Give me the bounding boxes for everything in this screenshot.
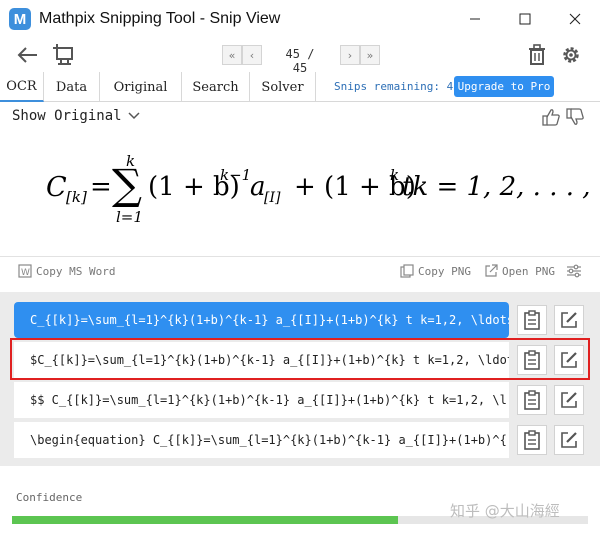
chevron-down-icon: [128, 112, 140, 120]
formula-C: C: [46, 172, 67, 203]
copy-png-label: Copy PNG: [418, 264, 471, 278]
tab-bar: OCR Data Original Search Solver Snips re…: [0, 72, 600, 102]
new-snip-button[interactable]: [50, 42, 78, 68]
result-row-latex-inline[interactable]: C_{[k]}=\sum_{l=1}^{k}(1+b)^{k-1} a_{[I]…: [14, 302, 509, 338]
formula-a-subscript: [I]: [264, 190, 281, 206]
clipboard-icon: [524, 430, 540, 450]
tab-search[interactable]: Search: [182, 72, 250, 102]
sliders-icon: [567, 264, 581, 278]
confidence-label: Confidence: [16, 491, 83, 504]
copy-result-button[interactable]: [517, 425, 547, 455]
formula-rest: tk = 1, 2, . . . , n′: [402, 172, 600, 202]
crop-screen-icon: [53, 44, 73, 65]
divider: [0, 256, 600, 257]
formula-equals: =: [90, 172, 112, 202]
rendered-formula: C [k] = k ∑ l=1 (1 + b) k−1 a [I] + (1 +…: [40, 150, 600, 230]
watermark: 知乎 @大山海經: [450, 502, 560, 520]
prev-page-button[interactable]: ‹: [242, 45, 262, 65]
edit-result-button[interactable]: [554, 385, 584, 415]
open-png-label: Open PNG: [502, 264, 555, 278]
copy-result-button[interactable]: [517, 385, 547, 415]
page-indicator: 45 / 45: [285, 47, 315, 75]
delete-button[interactable]: [526, 42, 548, 68]
double-chevron-left-icon: «: [228, 48, 236, 62]
copy-result-button[interactable]: [517, 305, 547, 335]
next-page-button[interactable]: ›: [340, 45, 360, 65]
formula-sigma: ∑: [112, 160, 142, 209]
trash-icon: [529, 44, 545, 65]
tab-data[interactable]: Data: [44, 72, 100, 102]
edit-icon: [561, 312, 577, 328]
show-original-toggle[interactable]: Show Original: [12, 108, 140, 124]
title-bar: M Mathpix Snipping Tool - Snip View: [0, 0, 600, 38]
formula-k-subscript: [k]: [66, 188, 87, 206]
maximize-button[interactable]: [500, 0, 550, 38]
confidence-bar-fill: [12, 516, 398, 524]
result-row-latex-equation[interactable]: \begin{equation} C_{[k]}=\sum_{l=1}^{k}(…: [14, 422, 509, 458]
toolbar: « ‹ 45 / 45 › »: [0, 38, 600, 75]
highlight-box: [10, 338, 590, 380]
word-icon: W: [18, 264, 32, 278]
first-page-button[interactable]: «: [222, 45, 242, 65]
mathpix-logo-icon: M: [9, 8, 31, 30]
gear-icon: [563, 47, 579, 63]
copy-bar: W Copy MS Word Copy PNG Open PNG: [0, 262, 600, 286]
back-arrow-icon: [17, 47, 37, 63]
minimize-icon: [470, 18, 480, 20]
snips-remaining: Snips remaining: 41: [334, 80, 460, 93]
formula-exp2: k: [390, 166, 400, 184]
external-link-icon: [485, 264, 498, 277]
window-controls: [450, 0, 600, 38]
minimize-button[interactable]: [450, 0, 500, 38]
tab-solver[interactable]: Solver: [250, 72, 316, 102]
formula-exp1: k−1: [220, 166, 252, 184]
settings-button[interactable]: [559, 42, 583, 68]
close-icon: [569, 13, 581, 25]
edit-icon: [561, 432, 577, 448]
svg-text:W: W: [21, 268, 30, 278]
edit-result-button[interactable]: [554, 305, 584, 335]
tab-ocr[interactable]: OCR: [0, 72, 44, 102]
copy-icon: [400, 264, 414, 278]
tab-original[interactable]: Original: [100, 72, 182, 102]
thumbs-up-icon: [542, 109, 560, 126]
format-settings-button[interactable]: [566, 264, 582, 278]
double-chevron-right-icon: »: [366, 48, 374, 62]
edit-result-button[interactable]: [554, 425, 584, 455]
open-png-button[interactable]: Open PNG: [484, 264, 555, 278]
copy-ms-word-label: Copy MS Word: [36, 264, 116, 278]
edit-icon: [561, 392, 577, 408]
maximize-icon: [519, 13, 531, 25]
formula-sum-lower: l=1: [116, 208, 143, 226]
thumbs-up-button[interactable]: [542, 108, 560, 130]
clipboard-icon: [524, 390, 540, 410]
thumbs-down-button[interactable]: [566, 108, 584, 130]
clipboard-icon: [524, 310, 540, 330]
thumbs-down-icon: [566, 108, 584, 125]
result-row-latex-display[interactable]: $$ C_{[k]}=\sum_{l=1}^{k}(1+b)^{k-1} a_{…: [14, 382, 509, 418]
chevron-right-icon: ›: [347, 48, 353, 62]
copy-ms-word-button[interactable]: W Copy MS Word: [18, 264, 115, 278]
show-original-label: Show Original: [12, 108, 122, 124]
copy-png-button[interactable]: Copy PNG: [400, 264, 471, 278]
window-title: Mathpix Snipping Tool - Snip View: [39, 10, 281, 27]
last-page-button[interactable]: »: [360, 45, 380, 65]
upgrade-button[interactable]: Upgrade to Pro: [454, 76, 554, 97]
back-button[interactable]: [16, 42, 40, 68]
close-button[interactable]: [550, 0, 600, 38]
chevron-left-icon: ‹: [249, 48, 255, 62]
